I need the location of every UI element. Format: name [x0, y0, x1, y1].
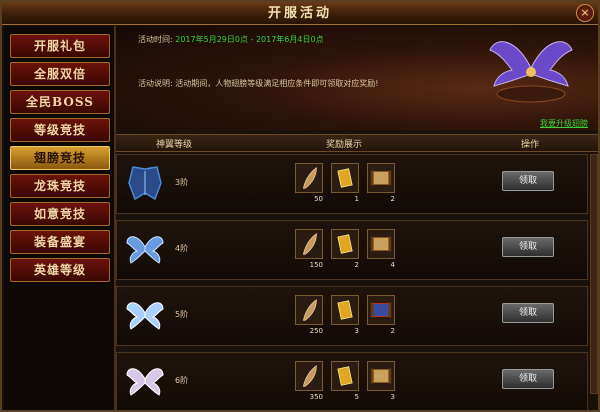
sidebar-item-world-boss[interactable]: 全民BOSS	[10, 90, 110, 114]
claim-button[interactable]: 领取	[502, 303, 554, 323]
reward-count: 150	[309, 261, 323, 269]
event-description: 活动说明: 活动期间，人物翅膀等级满足相应条件即可领取对应奖励!	[138, 78, 378, 89]
sidebar-item-opening-gift[interactable]: 开服礼包	[10, 34, 110, 58]
reward-count: 3	[390, 393, 395, 401]
gold-box-icon[interactable]	[331, 163, 359, 193]
feather-icon[interactable]	[295, 361, 323, 391]
wing-art-icon	[489, 41, 573, 103]
feather-icon[interactable]	[295, 163, 323, 193]
tier-label: 3阶	[175, 178, 189, 187]
claim-button[interactable]: 领取	[502, 369, 554, 389]
wing-icon	[126, 368, 164, 396]
close-button[interactable]: ×	[576, 4, 594, 22]
event-time: 活动时间: 2017年5月29日0点 - 2017年6月4日0点	[138, 34, 324, 45]
event-banner: 活动时间: 2017年5月29日0点 - 2017年6月4日0点 活动说明: 活…	[116, 26, 598, 130]
upgrade-wing-link[interactable]: 我要升级翅膀	[540, 118, 588, 129]
reward-count: 5	[354, 393, 359, 401]
feather-icon[interactable]	[295, 229, 323, 259]
tier-label: 4阶	[175, 244, 189, 253]
sidebar-item-ruyi-race[interactable]: 如意竞技	[10, 202, 110, 226]
scroll-icon[interactable]	[367, 229, 395, 259]
event-desc-label: 活动说明:	[138, 79, 173, 88]
sidebar: 开服礼包 全服双倍 全民BOSS 等级竞技 翅膀竞技 龙珠竞技 如意竞技 装备盛…	[4, 26, 116, 410]
claim-button[interactable]: 领取	[502, 171, 554, 191]
reward-count: 2	[390, 327, 395, 335]
feather-icon[interactable]	[295, 295, 323, 325]
reward-count: 250	[309, 327, 323, 335]
gold-box-icon[interactable]	[331, 295, 359, 325]
scrollbar-thumb[interactable]	[590, 154, 598, 394]
gold-box-icon[interactable]	[331, 229, 359, 259]
event-window: 开服活动 × 开服礼包 全服双倍 全民BOSS 等级竞技 翅膀竞技 龙珠竞技 如…	[0, 0, 600, 412]
blue-scroll-icon[interactable]	[367, 295, 395, 325]
reward-count: 50	[314, 195, 323, 203]
header-rewards: 奖励展示	[326, 140, 363, 150]
reward-row: 3阶 50 1 2 领取	[116, 154, 588, 214]
sidebar-item-double-exp[interactable]: 全服双倍	[10, 62, 110, 86]
sidebar-item-dragonball-race[interactable]: 龙珠竞技	[10, 174, 110, 198]
wing-icon	[126, 302, 164, 330]
tier-label: 6阶	[175, 376, 189, 385]
reward-count: 350	[309, 393, 323, 401]
sidebar-item-hero-level[interactable]: 英雄等级	[10, 258, 110, 282]
wing-icon	[126, 236, 164, 264]
reward-row: 6阶 350 5 3 领取	[116, 352, 588, 410]
sidebar-item-equip-feast[interactable]: 装备盛宴	[10, 230, 110, 254]
sidebar-item-wing-race[interactable]: 翅膀竞技	[10, 146, 110, 170]
reward-list: 3阶 50 1 2 领取 4阶 150 2 4 领取 5阶 250 3 2 领取…	[116, 154, 588, 410]
event-time-label: 活动时间:	[138, 35, 173, 44]
sidebar-item-level-race[interactable]: 等级竞技	[10, 118, 110, 142]
header-wing-level: 神翼等级	[156, 140, 193, 150]
title-bar: 开服活动 ×	[2, 2, 598, 25]
scroll-icon[interactable]	[367, 361, 395, 391]
reward-count: 4	[390, 261, 395, 269]
scrollbar[interactable]	[590, 154, 598, 410]
table-header: 神翼等级 奖励展示 操作	[116, 134, 598, 152]
wing-icon	[128, 166, 162, 201]
reward-count: 2	[354, 261, 359, 269]
reward-count: 3	[354, 327, 359, 335]
reward-count: 1	[354, 195, 359, 203]
gold-box-icon[interactable]	[331, 361, 359, 391]
reward-row: 4阶 150 2 4 领取	[116, 220, 588, 280]
event-time-value: 2017年5月29日0点 - 2017年6月4日0点	[175, 35, 324, 44]
scroll-icon[interactable]	[367, 163, 395, 193]
window-title: 开服活动	[267, 6, 332, 21]
event-desc-value: 活动期间，人物翅膀等级满足相应条件即可领取对应奖励!	[175, 79, 379, 88]
reward-row: 5阶 250 3 2 领取	[116, 286, 588, 346]
reward-count: 2	[390, 195, 395, 203]
claim-button[interactable]: 领取	[502, 237, 554, 257]
tier-label: 5阶	[175, 310, 189, 319]
header-action: 操作	[521, 140, 540, 150]
